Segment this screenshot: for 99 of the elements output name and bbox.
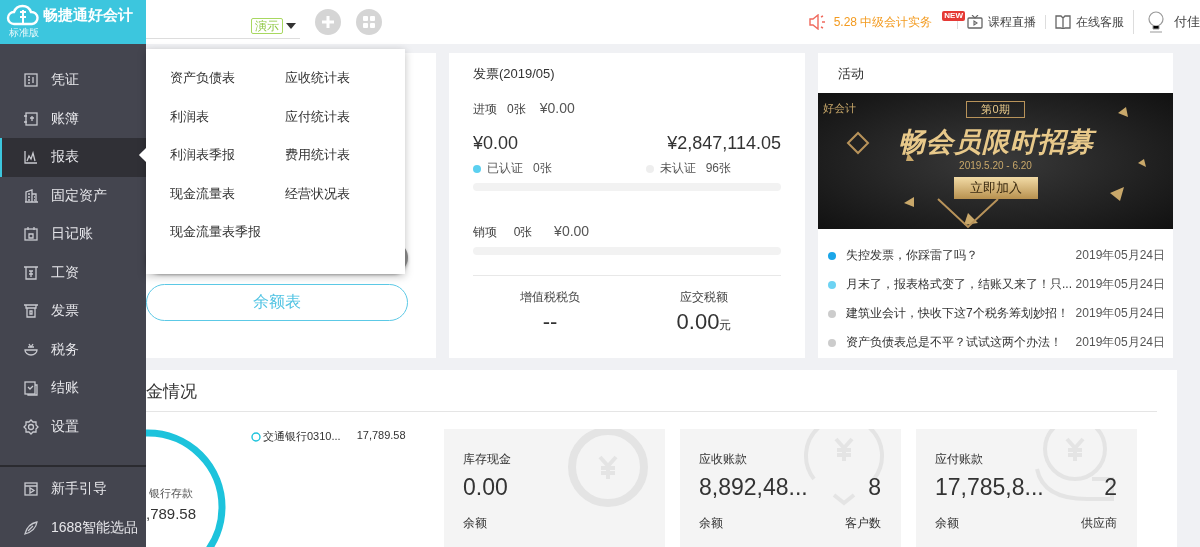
edition-label: 标准版 xyxy=(9,26,40,40)
menu-item[interactable]: 现金流量表 xyxy=(170,181,285,220)
ledger-icon xyxy=(23,110,39,127)
count-label: 供应商 xyxy=(1081,515,1117,532)
card-value: 8,892,48... xyxy=(699,474,808,501)
caret-icon[interactable] xyxy=(286,22,296,29)
card-title: 发票(2019/05) xyxy=(473,65,556,83)
account-amount: 17,789.58 xyxy=(356,429,406,441)
input-amount: ¥0.00 xyxy=(539,100,575,116)
card-value: 0.00 xyxy=(463,474,508,501)
news-date: 2019年05月24日 xyxy=(1075,334,1165,351)
stat-label: 增值税税负 xyxy=(520,289,580,306)
news-title: 月末了，报表格式变了，结账又来了！只... xyxy=(846,276,1073,293)
closing-icon xyxy=(23,380,39,397)
sidebar-item[interactable]: 1688智能选品 xyxy=(0,508,146,547)
news-item[interactable]: 建筑业会计，快收下这7个税务筹划妙招！ 2019年05月24日 xyxy=(828,299,1165,328)
new-badge: NEW xyxy=(942,11,965,21)
panel-title: 金情况 xyxy=(146,370,1157,412)
input-count: 0张 xyxy=(507,101,526,118)
payroll-icon xyxy=(23,264,39,281)
news-title: 失控发票，你踩雷了吗？ xyxy=(846,247,979,264)
menu-item[interactable]: 应付统计表 xyxy=(285,104,395,143)
card-footer: 余额 xyxy=(699,515,723,532)
chart-icon xyxy=(23,149,39,166)
user-name[interactable]: 付佳 xyxy=(1174,13,1200,31)
sidebar-item[interactable]: 报表 xyxy=(0,138,146,177)
header-link[interactable]: 在线客服 xyxy=(1045,15,1133,29)
speaker-icon xyxy=(807,14,828,30)
ring-value: ,789.58 xyxy=(146,505,197,522)
plus-icon xyxy=(321,15,335,29)
book-icon xyxy=(1055,15,1071,29)
calendar-icon xyxy=(23,226,39,243)
promo-banner[interactable]: 好会计 第0期 畅会员限时招募 2019.5.20 - 6.20 立即加入 xyxy=(818,93,1173,229)
menu-item[interactable]: 利润表季报 xyxy=(170,143,285,182)
news-date: 2019年05月24日 xyxy=(1075,305,1165,322)
sidebar-item[interactable]: 固定资产 xyxy=(0,176,146,215)
stat-label: 应交税额 xyxy=(680,289,728,306)
cloud-logo-icon xyxy=(6,4,40,26)
stat-value: 0.00元 xyxy=(676,309,732,335)
card-label: 库存现金 xyxy=(463,451,512,468)
news-item[interactable]: 资产负债表总是不平？试试这两个办法！ 2019年05月24日 xyxy=(828,328,1165,357)
video-icon xyxy=(23,481,39,498)
input-label: 进项 xyxy=(473,101,497,118)
legend-dot xyxy=(473,164,481,173)
sidebar-item[interactable]: 发票 xyxy=(0,292,146,331)
news-title: 建筑业会计，快收下这7个税务筹划妙招！ xyxy=(846,305,1070,322)
card-count: 2 xyxy=(1104,474,1117,501)
sidebar-item[interactable]: 税务 xyxy=(0,330,146,369)
card-label: 应收账款 xyxy=(699,451,748,468)
sidebar-item[interactable]: 日记账 xyxy=(0,215,146,254)
account-name: 交通银行0310... xyxy=(263,429,341,444)
count-label: 客户数 xyxy=(845,515,881,532)
menu-item[interactable]: 利润表 xyxy=(170,104,285,143)
news-date: 2019年05月24日 xyxy=(1075,247,1165,264)
settings-icon xyxy=(23,418,39,435)
tv-icon xyxy=(967,15,983,29)
menu-item[interactable]: 现金流量表季报 xyxy=(170,220,285,259)
card-title: 活动 xyxy=(837,65,865,83)
join-button[interactable]: 立即加入 xyxy=(953,177,1038,199)
stat-value: -- xyxy=(542,309,558,335)
menu-item[interactable]: 费用统计表 xyxy=(285,143,395,182)
grid-icon xyxy=(362,15,376,29)
sidebar-item[interactable]: 新手引导 xyxy=(0,470,146,509)
banner-dates: 2019.5.20 - 6.20 xyxy=(959,160,1032,171)
output-label: 销项 xyxy=(473,224,497,241)
invoice-icon xyxy=(23,303,39,320)
banner-logo: 好会计 xyxy=(823,101,856,116)
sidebar-item[interactable]: 工资 xyxy=(0,253,146,292)
sidebar-item[interactable]: 设置 xyxy=(0,407,146,446)
app-name: 畅捷通好会计 xyxy=(43,5,133,25)
menu-item[interactable]: 经营状况表 xyxy=(285,181,395,220)
building-icon xyxy=(23,187,39,204)
card-value: 17,785,8... xyxy=(935,474,1044,501)
card-footer: 余额 xyxy=(935,515,959,532)
demo-badge: 演示 xyxy=(251,17,283,34)
bowl-icon xyxy=(23,341,39,358)
voucher-icon xyxy=(23,72,39,89)
menu-item[interactable]: 资产负债表 xyxy=(170,66,285,105)
legend-label: 已认证 0张 xyxy=(487,160,552,177)
menu-item[interactable]: 应收统计表 xyxy=(285,66,395,105)
certified-amount: ¥0.00 xyxy=(473,133,519,154)
sidebar-item[interactable]: 账簿 xyxy=(0,99,146,138)
uncertified-amount: ¥2,847,114.05 xyxy=(667,133,781,154)
banner-issue: 第0期 xyxy=(966,101,1025,118)
card-footer: 余额 xyxy=(463,515,487,532)
legend-label: 未认证 96张 xyxy=(659,160,731,177)
card-count: 8 xyxy=(868,474,881,501)
sidebar-item[interactable]: 结账 xyxy=(0,369,146,408)
legend-ring-icon xyxy=(251,431,261,442)
card-label: 应付账款 xyxy=(935,451,984,468)
sidebar-item[interactable]: 凭证 xyxy=(0,61,146,100)
news-title: 资产负债表总是不平？试试这两个办法！ xyxy=(846,334,1063,351)
ring-label: 银行存款 xyxy=(149,486,193,501)
news-date: 2019年05月24日 xyxy=(1075,276,1165,293)
leaf-icon xyxy=(23,519,39,536)
news-item[interactable]: 月末了，报表格式变了，结账又来了！只... 2019年05月24日 xyxy=(828,270,1165,299)
news-item[interactable]: 失控发票，你踩雷了吗？ 2019年05月24日 xyxy=(828,241,1165,270)
output-count: 0张 xyxy=(512,224,533,241)
output-amount: ¥0.00 xyxy=(553,223,590,239)
